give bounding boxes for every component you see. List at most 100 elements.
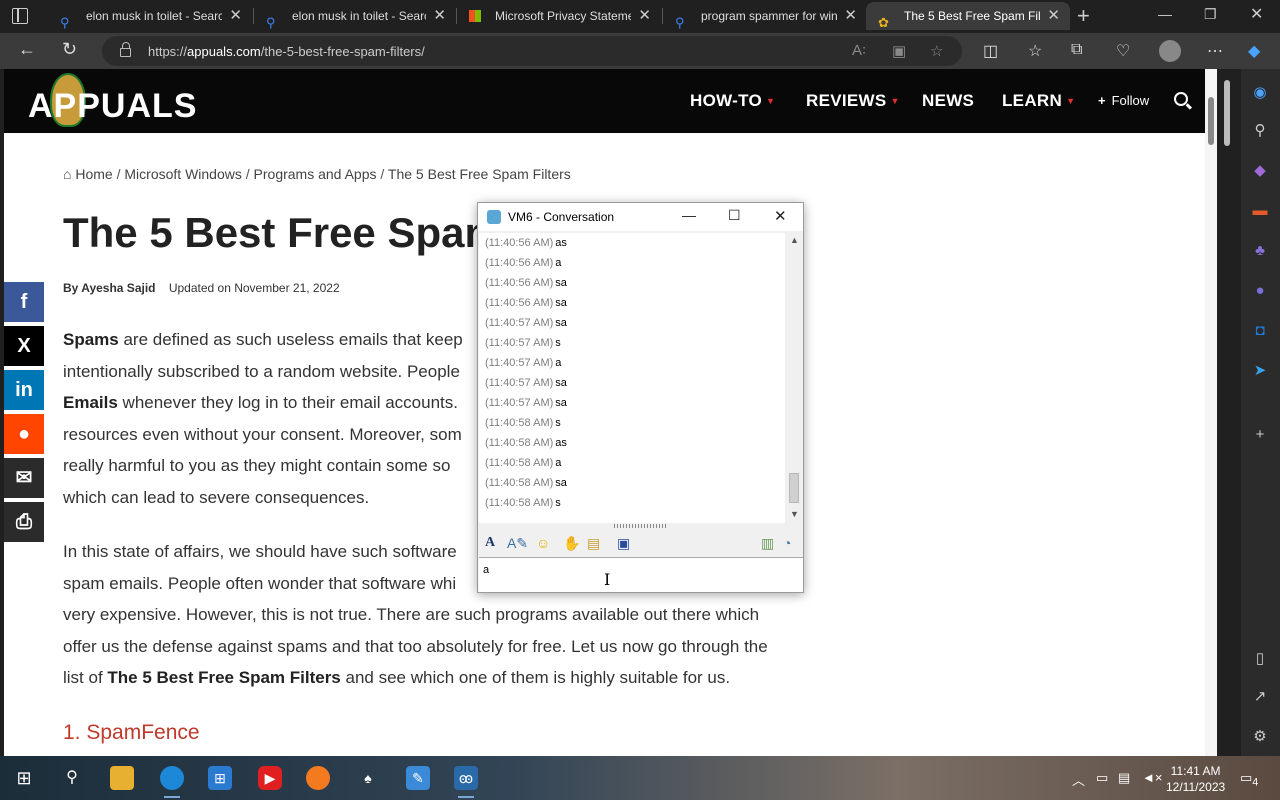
scroll-up-icon[interactable]: ▲	[790, 235, 799, 245]
new-tab-icon[interactable]: +	[1077, 3, 1090, 29]
resize-grip[interactable]	[614, 524, 668, 528]
outlook-icon[interactable]: ◘	[1250, 321, 1270, 341]
solitaire-icon[interactable]: ♠	[356, 766, 380, 790]
address-bar[interactable]: https://appuals.com/the-5-best-free-spam…	[102, 36, 962, 66]
share-email-icon[interactable]: ✉	[4, 458, 44, 498]
tab-1[interactable]: ⚲ elon musk in toilet - Search ✕	[48, 2, 252, 30]
meet-now-icon[interactable]: ▭	[1096, 770, 1108, 786]
favorites-icon[interactable]: ☆	[1028, 41, 1042, 61]
close-tab-icon[interactable]: ✕	[229, 2, 242, 30]
tab-3[interactable]: Microsoft Privacy Statement ✕	[457, 2, 661, 30]
nav-news[interactable]: NEWS	[922, 91, 974, 111]
send-icon[interactable]: ◔	[783, 535, 791, 551]
author-link[interactable]: By Ayesha Sajid	[63, 281, 155, 295]
file-explorer-icon[interactable]	[110, 766, 134, 790]
page-scrollbar[interactable]	[1205, 69, 1217, 756]
font-color-icon[interactable]: A✎	[507, 535, 528, 552]
microsoft-365-icon[interactable]: ●	[1250, 281, 1270, 301]
lock-icon[interactable]	[120, 42, 131, 57]
conversation-window: VM6 - Conversation — ☐ ✕ (11:40:56 AM) as…	[477, 202, 804, 593]
close-window-icon[interactable]: ✕	[1250, 4, 1263, 24]
sidebar-layout-icon[interactable]: ▯	[1250, 649, 1270, 669]
tab-5-active[interactable]: ✿ The 5 Best Free Spam Filters ✕	[866, 2, 1070, 30]
tab-4[interactable]: ⚲ program spammer for windows ✕	[663, 2, 867, 30]
message-input[interactable]: a	[479, 557, 803, 592]
nudge-icon[interactable]: ✋	[563, 535, 580, 552]
messenger-taskbar-icon[interactable]: ꙭ	[454, 766, 478, 798]
tab-2[interactable]: ⚲ elon musk in toilet - Search ✕	[254, 2, 456, 30]
taskbar-search-icon[interactable]: ⚲	[60, 766, 84, 790]
app-available-icon[interactable]: ▣	[892, 42, 906, 60]
drop-icon[interactable]: ➤	[1250, 361, 1270, 381]
nav-learn[interactable]: LEARN ▼	[1002, 91, 1075, 111]
file-transfer-icon[interactable]: ▤	[587, 535, 600, 552]
breadcrumb-programs-and-apps[interactable]: Programs and Apps	[254, 166, 377, 182]
share-reddit-icon[interactable]: ●	[4, 414, 44, 454]
share-linkedin-icon[interactable]: in	[4, 370, 44, 410]
paragraph-line: Emails whenever they log in to their ema…	[63, 387, 458, 419]
refresh-icon[interactable]: ↻	[62, 39, 77, 60]
youtube-icon[interactable]: ▶	[258, 766, 282, 790]
search-icon[interactable]	[1174, 92, 1188, 106]
close-tab-icon[interactable]: ✕	[844, 2, 857, 30]
sidebar-settings-icon[interactable]: ⚙	[1250, 727, 1270, 747]
scrollbar-thumb[interactable]	[789, 473, 799, 503]
bing-notify-icon[interactable]: ◉	[1250, 83, 1270, 103]
close-icon[interactable]: ✕	[774, 207, 787, 225]
external-link-icon[interactable]: ↗	[1250, 687, 1270, 707]
conversation-titlebar[interactable]: VM6 - Conversation — ☐ ✕	[478, 203, 803, 231]
volume-muted-icon[interactable]: ◄×	[1142, 770, 1162, 785]
add-sidebar-app-icon[interactable]: +	[1250, 425, 1270, 445]
minimize-icon[interactable]: —	[682, 207, 696, 223]
browser-scrollbar-thumb[interactable]	[1224, 80, 1230, 146]
save-icon[interactable]: ▣	[617, 535, 630, 552]
breadcrumb-home[interactable]: Home	[75, 166, 112, 182]
restore-window-icon[interactable]: ❐	[1204, 6, 1217, 23]
read-aloud-icon[interactable]: A꞉	[852, 42, 866, 59]
tray-overflow-icon[interactable]: ︿	[1072, 770, 1085, 789]
edge-icon[interactable]	[160, 766, 184, 798]
favorite-star-icon[interactable]: ☆	[930, 42, 943, 60]
store-icon[interactable]: ⊞	[208, 766, 232, 790]
message-scrollbar[interactable]: ▲ ▼	[786, 233, 802, 523]
back-icon[interactable]: ←	[18, 39, 36, 60]
app-icon[interactable]: ✎	[406, 766, 430, 790]
breadcrumb-microsoft-windows[interactable]: Microsoft Windows	[124, 166, 241, 182]
close-tab-icon[interactable]: ✕	[433, 2, 446, 30]
start-windows-icon[interactable]: ⊞	[12, 766, 36, 790]
smiley-icon[interactable]: ☺	[536, 535, 550, 551]
share-facebook-icon[interactable]: f	[4, 282, 44, 322]
browser-essentials-icon[interactable]: ♡	[1116, 41, 1130, 61]
log-icon[interactable]: ▥	[761, 535, 774, 552]
clock[interactable]: 11:41 AM 12/11/2023	[1166, 763, 1225, 795]
tools-icon[interactable]: ▬	[1250, 201, 1270, 221]
firefox-icon[interactable]	[306, 766, 330, 790]
collections-icon[interactable]: ⧉	[1071, 41, 1082, 59]
shopping-icon[interactable]: ◆	[1250, 161, 1270, 181]
scrollbar-thumb[interactable]	[1208, 97, 1214, 145]
url-text[interactable]: https://appuals.com/the-5-best-free-spam…	[148, 44, 425, 59]
notifications-icon[interactable]: ▭4	[1240, 770, 1258, 789]
message-list[interactable]: (11:40:56 AM) as (11:40:56 AM) a (11:40:56 A…	[479, 233, 785, 523]
settings-more-icon[interactable]: ⋯	[1207, 41, 1223, 61]
message-text: a	[555, 257, 562, 269]
network-icon[interactable]: ▤	[1118, 770, 1130, 786]
minimize-window-icon[interactable]: —	[1158, 6, 1172, 22]
share-x-icon[interactable]: X	[4, 326, 44, 366]
copilot-icon[interactable]: ◆	[1248, 41, 1260, 61]
sidebar-search-icon[interactable]: ⚲	[1250, 121, 1270, 141]
close-tab-icon[interactable]: ✕	[1047, 2, 1060, 30]
scroll-down-icon[interactable]: ▼	[790, 509, 799, 519]
follow-button[interactable]: + Follow	[1098, 93, 1149, 108]
close-tab-icon[interactable]: ✕	[638, 2, 651, 30]
nav-reviews[interactable]: REVIEWS ▼	[806, 91, 900, 111]
tab-actions-icon[interactable]	[12, 8, 28, 24]
maximize-icon[interactable]: ☐	[728, 207, 741, 224]
profile-avatar[interactable]	[1159, 40, 1181, 62]
share-print-icon[interactable]: ⎙	[4, 502, 44, 542]
split-screen-icon[interactable]: ◫	[983, 41, 998, 61]
games-icon[interactable]: ♣	[1250, 241, 1270, 261]
nav-how-to[interactable]: HOW-TO ▼	[690, 91, 775, 111]
site-logo[interactable]: APPUALS	[28, 87, 197, 126]
font-icon[interactable]: A	[485, 535, 495, 551]
